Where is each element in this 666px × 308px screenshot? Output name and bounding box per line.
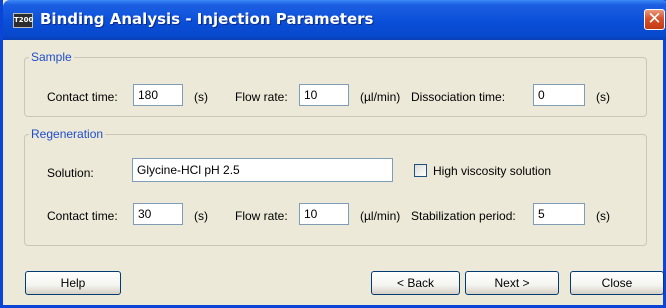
regen-flow-rate-unit: (µl/min) (360, 209, 401, 223)
regen-contact-time-unit: (s) (194, 209, 208, 223)
title-bar[interactable]: T200 Binding Analysis - Injection Parame… (3, 0, 666, 40)
next-button[interactable]: Next > (465, 271, 559, 295)
dialog-window: T200 Binding Analysis - Injection Parame… (0, 0, 666, 308)
close-icon[interactable]: ✕ (644, 9, 665, 30)
solution-input[interactable]: Glycine-HCl pH 2.5 (132, 158, 393, 182)
sample-contact-time-unit: (s) (194, 90, 208, 104)
high-viscosity-checkbox[interactable] (414, 164, 427, 177)
sample-flow-rate-unit: (µl/min) (360, 90, 401, 104)
stabilization-period-input[interactable]: 5 (533, 203, 585, 225)
dissociation-time-input[interactable]: 0 (533, 84, 585, 106)
sample-contact-time-label: Contact time: (47, 90, 118, 104)
solution-label: Solution: (47, 166, 94, 180)
regen-contact-time-input[interactable]: 30 (133, 203, 183, 225)
close-button[interactable]: Close (570, 271, 664, 295)
help-button[interactable]: Help (25, 271, 121, 295)
sample-flow-rate-input[interactable]: 10 (299, 84, 349, 106)
regeneration-group: Regeneration (24, 127, 647, 246)
dissociation-time-unit: (s) (596, 90, 610, 104)
sample-legend: Sample (31, 50, 72, 64)
sample-contact-time-input[interactable]: 180 (133, 84, 183, 106)
regen-contact-time-label: Contact time: (47, 209, 118, 223)
high-viscosity-label[interactable]: High viscosity solution (433, 164, 551, 178)
dissociation-time-label: Dissociation time: (411, 90, 506, 104)
stabilization-period-label: Stabilization period: (411, 209, 516, 223)
stabilization-period-unit: (s) (596, 209, 610, 223)
window-title: Binding Analysis - Injection Parameters (40, 10, 374, 28)
app-icon: T200 (13, 13, 33, 28)
regeneration-legend: Regeneration (31, 127, 104, 141)
sample-flow-rate-label: Flow rate: (235, 90, 288, 104)
regen-flow-rate-label: Flow rate: (235, 209, 288, 223)
back-button[interactable]: < Back (371, 271, 460, 295)
regen-flow-rate-input[interactable]: 10 (299, 203, 349, 225)
